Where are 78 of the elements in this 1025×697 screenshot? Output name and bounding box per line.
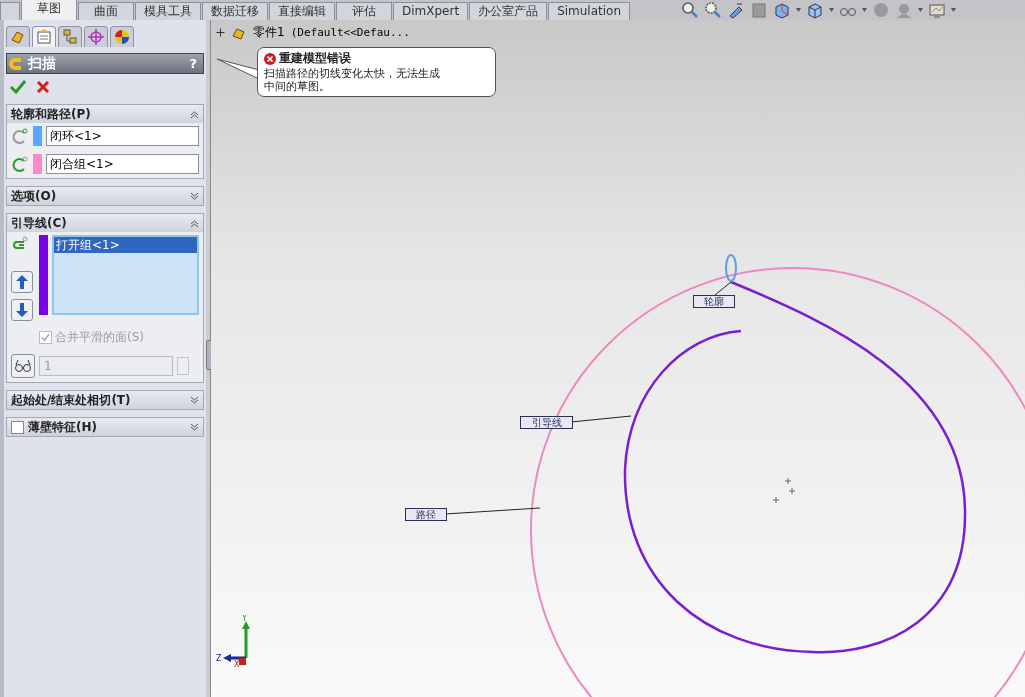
cube-icon[interactable]	[806, 1, 825, 19]
zoom-area-icon[interactable]	[704, 1, 723, 19]
panel-tab[interactable]	[6, 26, 30, 47]
move-up-button[interactable]	[11, 271, 33, 293]
path-icon	[11, 155, 29, 173]
axis-triad-drawing: Y Z X	[216, 615, 261, 667]
selection-field[interactable]: 闭环<1>	[46, 126, 199, 146]
checkbox-label: 合并平滑的面(S)	[55, 329, 144, 346]
profile-ellipse[interactable]	[725, 254, 737, 282]
expand-icon[interactable]	[190, 191, 199, 201]
panel-tab[interactable]	[32, 26, 56, 47]
ribbon-tab[interactable]: Simulation	[548, 2, 631, 20]
section-header[interactable]: 引导线(C)	[7, 214, 203, 232]
tree-item[interactable]: 零件1	[253, 24, 285, 41]
balloon-message: 扫描路径的切线变化太快，无法生成	[264, 67, 441, 80]
ribbon-tab[interactable]: 评估	[336, 2, 392, 20]
guide-curve-list[interactable]: 打开组<1>	[52, 235, 199, 315]
down-arrow-icon	[15, 302, 29, 318]
section-title: 起始处/结束处相切(T)	[11, 391, 132, 409]
close-icon[interactable]	[36, 80, 50, 94]
leader-line	[714, 281, 732, 296]
ok-icon[interactable]	[10, 80, 26, 94]
caret-icon[interactable]	[951, 8, 957, 12]
ribbon-tab[interactable]: 直接编辑	[269, 2, 335, 20]
ribbon-tab[interactable]: DimXpert	[393, 2, 469, 20]
expand-icon[interactable]	[216, 28, 225, 37]
balloon-title: 重建模型错误	[279, 50, 351, 67]
move-down-button[interactable]	[11, 299, 33, 321]
hierarchy-icon	[61, 28, 79, 46]
panel-tab[interactable]	[110, 26, 134, 47]
ribbon-tab[interactable]: 数据迁移	[202, 2, 268, 20]
collapse-icon[interactable]	[190, 109, 199, 119]
origin-mark	[772, 496, 780, 504]
section-title: 引导线(C)	[11, 214, 68, 232]
caret-icon[interactable]	[829, 8, 835, 12]
zoom-fit-icon[interactable]	[681, 1, 700, 19]
caret-icon[interactable]	[918, 8, 924, 12]
clipboard-icon	[35, 28, 53, 46]
up-arrow-icon	[15, 274, 29, 290]
glasses-icon[interactable]	[11, 354, 35, 378]
callout-label: 路径	[405, 508, 447, 521]
callout-label: 轮廓	[693, 295, 735, 308]
caret-icon[interactable]	[796, 8, 802, 12]
color-wheel-icon	[113, 28, 131, 46]
panel-title: 扫描	[28, 54, 57, 73]
list-item[interactable]: 打开组<1>	[54, 237, 197, 253]
section-header[interactable]: 选项(O)	[7, 187, 203, 205]
crosshair-icon	[87, 28, 105, 46]
callout-label: 引导线	[520, 416, 573, 429]
section-header[interactable]: 轮廓和路径(P)	[7, 105, 203, 123]
origin-mark	[788, 487, 796, 495]
panel-tab[interactable]	[84, 26, 108, 47]
ribbon-tab[interactable]: 办公室产品	[469, 2, 548, 20]
monitor-icon[interactable]	[928, 1, 947, 19]
checkbox[interactable]	[11, 420, 24, 434]
leader-line	[570, 415, 632, 423]
panel-tab[interactable]	[58, 26, 82, 47]
profile-icon	[11, 127, 29, 145]
selection-field[interactable]: 闭合组<1>	[46, 154, 199, 174]
guide-curve[interactable]	[623, 280, 967, 654]
section-title: 选项(O)	[11, 187, 58, 205]
section-title: 轮廓和路径(P)	[11, 105, 92, 123]
caret-icon[interactable]	[862, 8, 868, 12]
origin-mark	[784, 477, 792, 485]
ribbon-tab[interactable]: 草图	[21, 0, 77, 20]
error-icon	[264, 52, 276, 65]
section-header[interactable]: 起始处/结束处相切(T)	[7, 391, 203, 409]
ribbon-tab[interactable]: 曲面	[78, 2, 134, 20]
collapse-icon[interactable]	[190, 218, 199, 228]
expand-icon[interactable]	[190, 422, 199, 432]
expand-icon[interactable]	[190, 395, 199, 405]
section-header[interactable]: 薄壁特征(H)	[7, 418, 203, 436]
section-title: 薄壁特征(H)	[28, 418, 98, 436]
configuration-name: (Default<<Defau...	[290, 26, 410, 39]
ribbon-tab[interactable]	[0, 2, 20, 20]
ribbon-tab[interactable]: 模具工具	[135, 2, 201, 20]
balloon-message: 中间的草图。	[264, 80, 331, 93]
cube-icon[interactable]	[773, 1, 792, 19]
